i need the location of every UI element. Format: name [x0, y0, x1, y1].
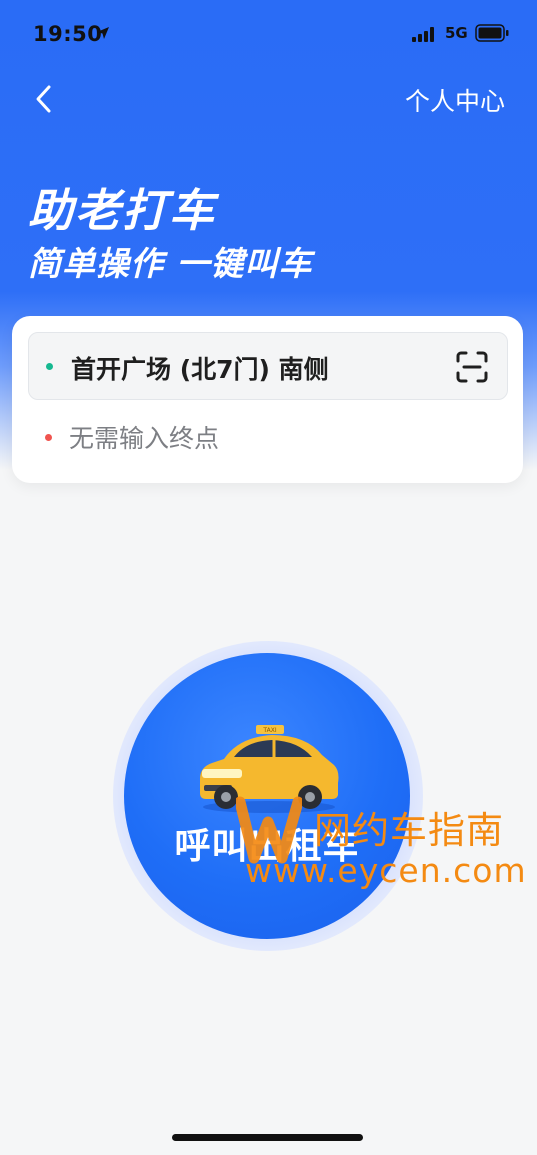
origin-dot-icon [46, 363, 53, 370]
back-chevron-icon[interactable] [30, 82, 58, 116]
watermark-title: 网约车指南 [314, 809, 504, 852]
signal-icon [412, 27, 434, 42]
page-subtitle: 简单操作 一键叫车 [28, 244, 313, 283]
origin-field[interactable]: 首开广场 (北7门) 南侧 [28, 332, 508, 400]
scan-icon[interactable] [455, 350, 489, 384]
destination-input[interactable]: 无需输入终点 [69, 419, 219, 455]
watermark-url: www.eycen.com [245, 851, 527, 890]
home-indicator [172, 1134, 363, 1141]
taxi-sign-text: TAXI [262, 727, 276, 734]
status-bar: 19:50 5G [0, 0, 537, 66]
route-card: 首开广场 (北7门) 南侧 无需输入终点 [12, 316, 523, 483]
status-time: 19:50 [33, 22, 103, 46]
personal-center-link[interactable]: 个人中心 [405, 82, 505, 118]
page-title: 助老打车 [28, 184, 217, 237]
battery-icon [475, 24, 509, 42]
destination-dot-icon [45, 434, 52, 441]
origin-address: 首开广场 (北7门) 南侧 [71, 355, 329, 384]
location-arrow-icon [97, 27, 109, 39]
network-type: 5G [445, 24, 468, 42]
